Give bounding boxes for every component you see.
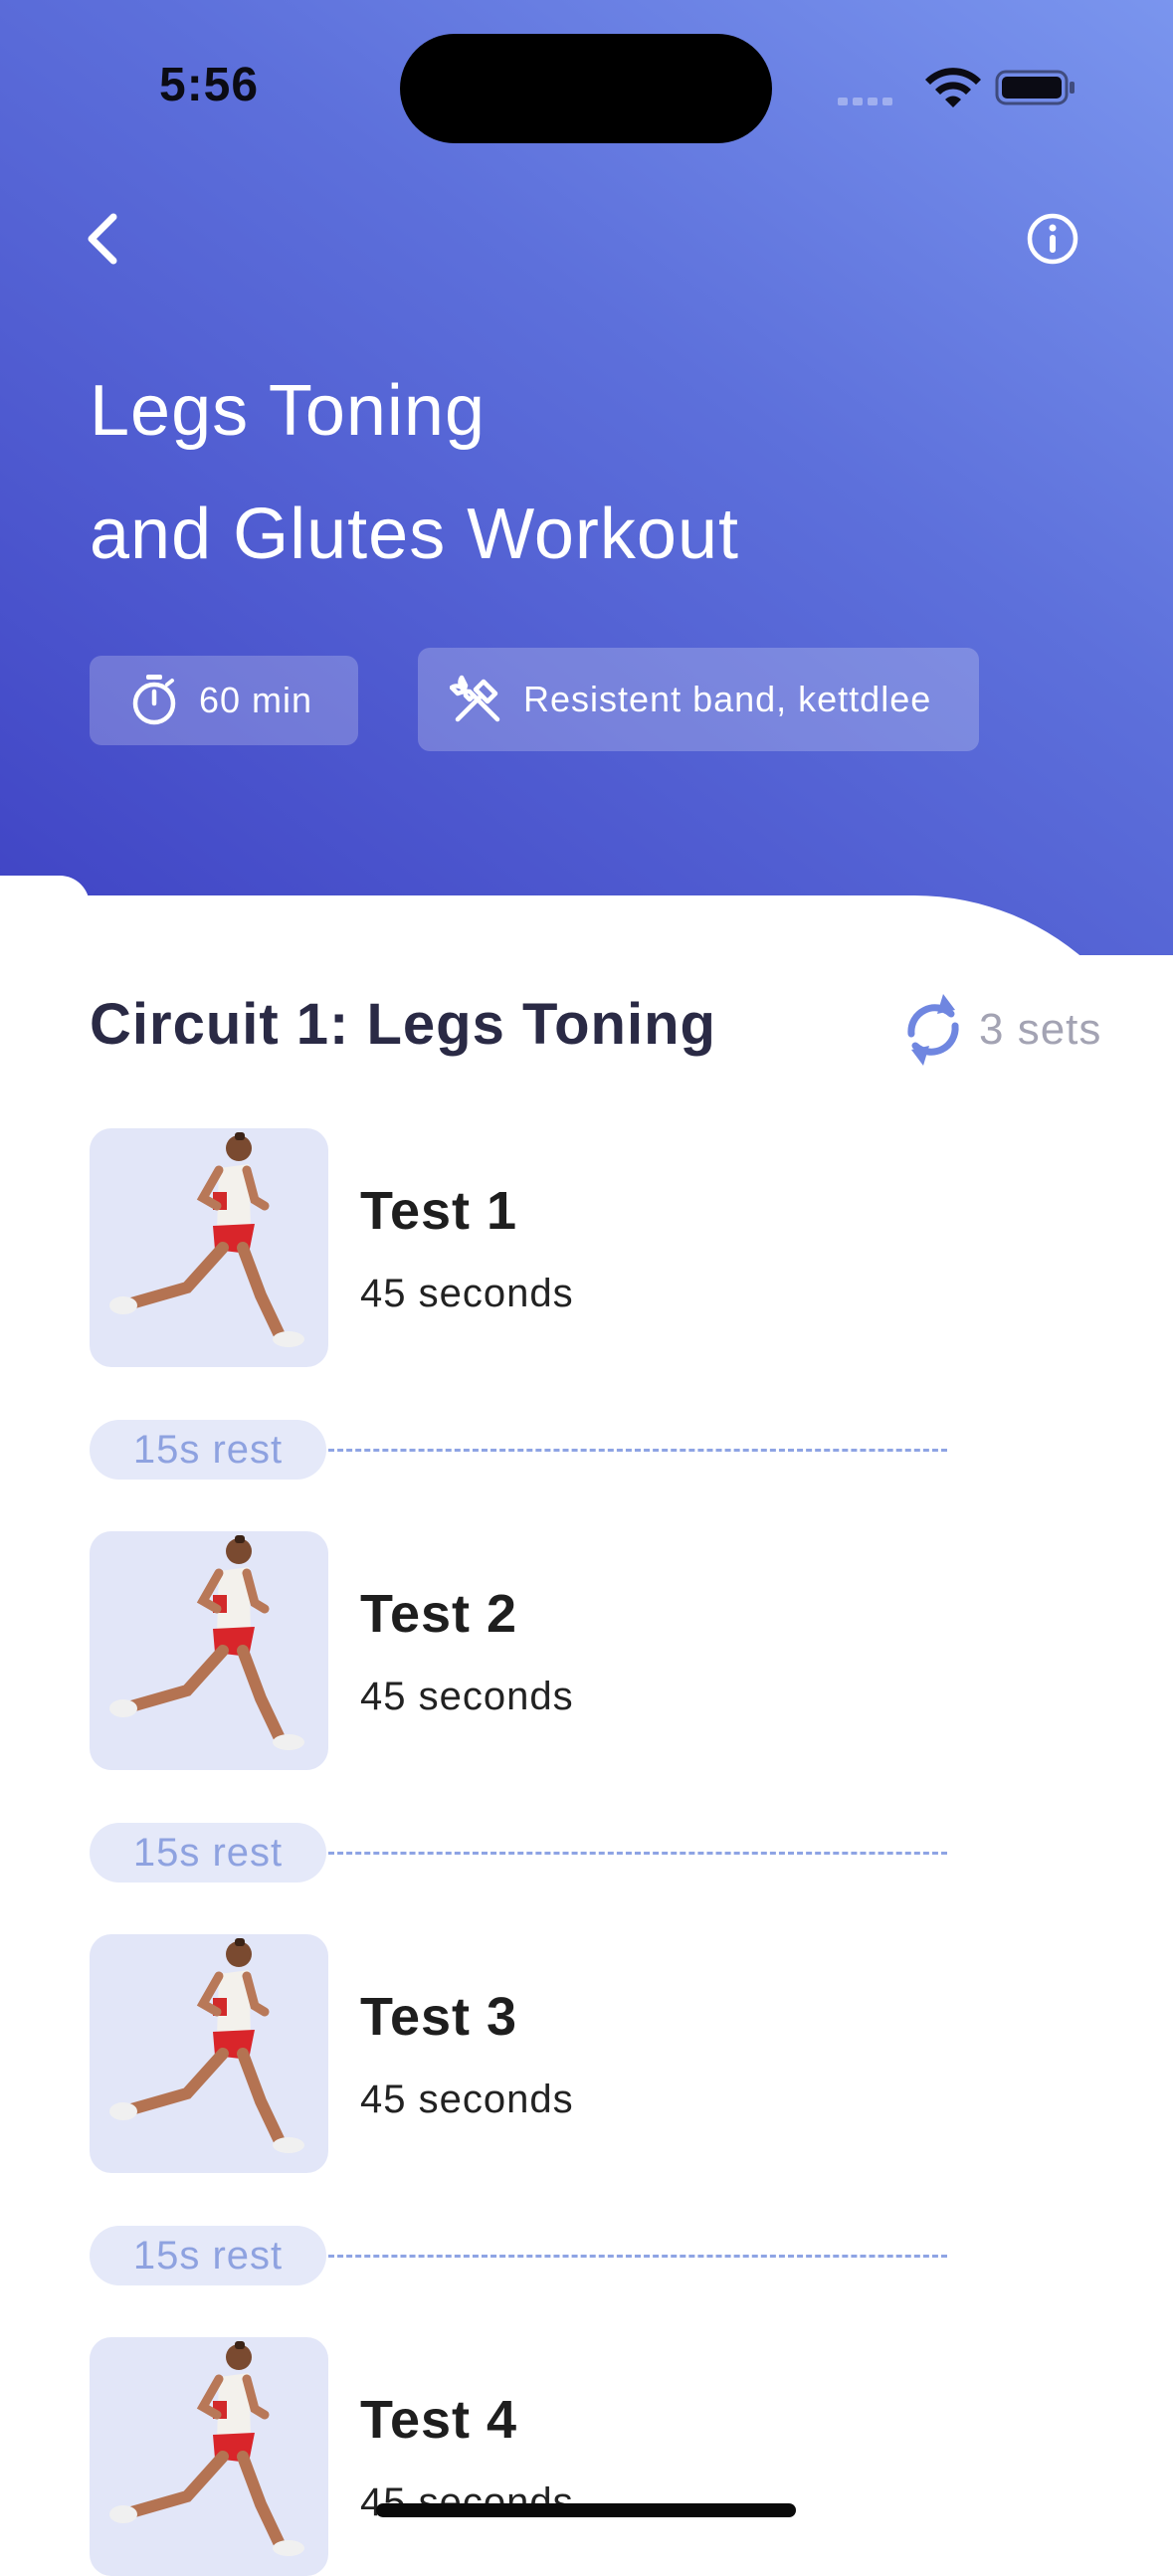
info-icon bbox=[1027, 213, 1078, 265]
exercise-duration: 45 seconds bbox=[360, 2078, 574, 2121]
exercise-image[interactable] bbox=[90, 1531, 328, 1770]
chevron-left-icon bbox=[88, 213, 117, 265]
exercise-image[interactable] bbox=[90, 1934, 328, 2173]
exercise-name: Test 4 bbox=[360, 2390, 518, 2450]
exercise-name: Test 3 bbox=[360, 1987, 518, 2047]
duration-chip: 60 min bbox=[90, 656, 358, 745]
battery-icon bbox=[995, 70, 1075, 105]
hammer-wrench-icon bbox=[450, 675, 500, 722]
status-icons bbox=[838, 60, 1076, 109]
cellular-signal-icon bbox=[838, 98, 892, 105]
rest-divider bbox=[328, 1852, 947, 1855]
refresh-icon bbox=[907, 994, 959, 1066]
workout-title-line-1: Legs Toning bbox=[90, 371, 486, 451]
sets-label: 3 sets bbox=[979, 1005, 1102, 1054]
sets-indicator: 3 sets bbox=[899, 985, 1101, 1075]
stopwatch-icon bbox=[132, 675, 176, 725]
exercise-name: Test 2 bbox=[360, 1584, 518, 1644]
dynamic-island bbox=[400, 34, 772, 143]
rest-divider bbox=[328, 1449, 947, 1452]
rest-badge: 15s rest bbox=[90, 1420, 326, 1480]
home-indicator[interactable] bbox=[376, 2503, 796, 2517]
equipment-chip: Resistent band, kettdlee bbox=[418, 648, 979, 751]
runner-photo bbox=[109, 2341, 304, 2556]
back-button[interactable] bbox=[76, 203, 135, 275]
equipment-label: Resistent band, kettdlee bbox=[523, 679, 932, 719]
status-time: 5:56 bbox=[159, 59, 260, 111]
duration-label: 60 min bbox=[199, 680, 313, 720]
exercise-image[interactable] bbox=[90, 1128, 328, 1367]
info-button[interactable] bbox=[1023, 209, 1082, 269]
exercise-duration: 45 seconds bbox=[360, 1675, 574, 1718]
runner-photo bbox=[109, 1938, 304, 2153]
wifi-icon bbox=[925, 68, 981, 107]
exercise-image[interactable] bbox=[90, 2337, 328, 2576]
runner-photo bbox=[109, 1132, 304, 1347]
rest-badge: 15s rest bbox=[90, 1823, 326, 1882]
rest-badge: 15s rest bbox=[90, 2226, 326, 2285]
workout-header bbox=[0, 0, 1173, 955]
rest-divider bbox=[328, 2255, 947, 2258]
circuit-title: Circuit 1: Legs Toning bbox=[90, 992, 716, 1057]
runner-photo bbox=[109, 1535, 304, 1750]
exercise-name: Test 1 bbox=[360, 1181, 518, 1241]
workout-title-line-2: and Glutes Workout bbox=[90, 495, 739, 574]
exercise-duration: 45 seconds bbox=[360, 1272, 574, 1315]
